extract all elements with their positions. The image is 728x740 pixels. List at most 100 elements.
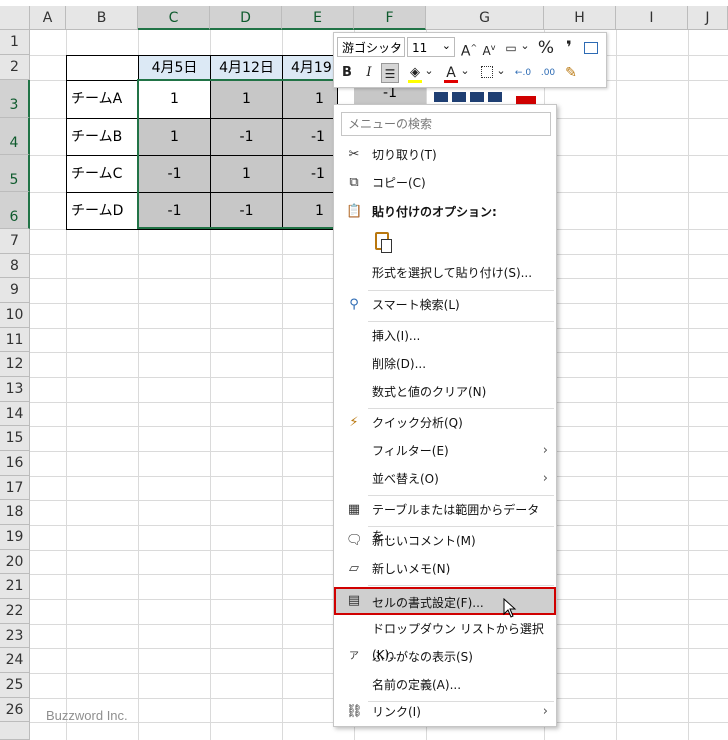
menu-item-format-cells[interactable]: ▤ セルの書式設定(F)... — [334, 587, 556, 615]
row-header-10[interactable]: 10 — [0, 303, 30, 328]
grow-font-button[interactable]: A^ — [460, 38, 478, 60]
menu-item-label: 挿入(I)... — [372, 329, 421, 343]
increase-decimal-button[interactable]: ←.0 — [510, 63, 536, 83]
row-header-8[interactable]: 8 — [0, 254, 30, 278]
menu-item-link[interactable]: ⛓ リンク(I) › — [334, 699, 556, 725]
row-header-18[interactable]: 18 — [0, 500, 30, 525]
column-header-e[interactable]: E — [282, 6, 354, 30]
merge-center-button[interactable] — [582, 38, 600, 58]
date-header-cell[interactable]: 4月5日 — [138, 55, 211, 81]
menu-item-new-note[interactable]: ▱ 新しいメモ(N) — [334, 556, 556, 582]
row-header-21[interactable]: 21 — [0, 574, 30, 599]
menu-item-cut[interactable]: ✂ 切り取り(T) — [334, 142, 556, 168]
menu-item-new-comment[interactable]: 🗨 新しいコメント(M) — [334, 528, 556, 554]
shrink-font-button[interactable]: Av — [480, 38, 498, 58]
column-header-a[interactable]: A — [30, 6, 66, 30]
column-header-i[interactable]: I — [616, 6, 688, 30]
row-header-24[interactable]: 24 — [0, 648, 30, 673]
menu-item-pick-from-dropdown[interactable]: ドロップダウン リストから選択(K)... — [334, 616, 556, 662]
menu-item-label: スマート検索(L) — [372, 298, 460, 312]
menu-item-define-name[interactable]: 名前の定義(A)... — [334, 672, 556, 698]
percent-style-button[interactable]: % — [537, 38, 555, 58]
menu-item-sort[interactable]: 並べ替え(O) › — [334, 466, 556, 492]
font-name-select[interactable]: 游ゴシック ⌄ — [337, 37, 405, 57]
cell-fill-pattern — [434, 92, 506, 102]
menu-item-copy[interactable]: ⧉ コピー(C) — [334, 170, 556, 196]
column-header-b[interactable]: B — [66, 6, 138, 30]
row-header-25[interactable]: 25 — [0, 673, 30, 698]
table-corner-cell[interactable] — [66, 55, 139, 81]
row-header-1[interactable]: 1 — [0, 30, 30, 55]
fill-color-button[interactable]: ◈ — [406, 63, 424, 83]
comma-style-button[interactable]: ❜ — [560, 38, 578, 58]
chevron-right-icon: › — [542, 704, 548, 719]
menu-item-quick-analysis[interactable]: ⚡ クイック分析(Q) — [334, 410, 556, 436]
font-color-button[interactable]: A — [442, 63, 460, 83]
team-name-cell[interactable]: チームC — [66, 155, 139, 193]
row-header-6[interactable]: 6 — [0, 192, 30, 229]
team-name-cell[interactable]: チームD — [66, 192, 139, 230]
menu-search-input[interactable]: メニューの検索 — [341, 112, 551, 136]
column-header-f[interactable]: F — [354, 6, 426, 30]
italic-button[interactable]: I — [360, 63, 378, 83]
row-header-7[interactable]: 7 — [0, 229, 30, 254]
row-header-14[interactable]: 14 — [0, 402, 30, 426]
menu-item-show-phonetic[interactable]: ア ふりがなの表示(S) — [334, 644, 556, 670]
menu-item-insert[interactable]: 挿入(I)... — [334, 323, 556, 349]
chevron-down-icon[interactable]: ⌄ — [496, 61, 506, 81]
row-header-15[interactable]: 15 — [0, 426, 30, 451]
font-size-select[interactable]: 11 ⌄ — [407, 37, 455, 57]
column-header-j[interactable]: J — [688, 6, 728, 30]
borders-button[interactable] — [478, 63, 496, 83]
clipboard-icon: 📋 — [346, 204, 363, 219]
row-header-4[interactable]: 4 — [0, 118, 30, 155]
chevron-down-icon[interactable]: ⌄ — [460, 61, 470, 81]
menu-item-delete[interactable]: 削除(D)... — [334, 351, 556, 377]
menu-item-clear-contents[interactable]: 数式と値のクリア(N) — [334, 379, 556, 405]
row-header-13[interactable]: 13 — [0, 377, 30, 402]
menu-item-filter[interactable]: フィルター(E) › — [334, 438, 556, 464]
column-header-d[interactable]: D — [210, 6, 282, 30]
cell-fill-red — [516, 96, 536, 104]
row-header-11[interactable]: 11 — [0, 328, 30, 352]
row-header-26[interactable]: 26 — [0, 698, 30, 722]
date-header-cell[interactable]: 4月12日 — [210, 55, 283, 81]
column-header-h[interactable]: H — [544, 6, 616, 30]
row-header-23[interactable]: 23 — [0, 624, 30, 648]
menu-item-paste-special[interactable]: 形式を選択して貼り付け(S)... — [334, 260, 556, 286]
row-header-9[interactable]: 9 — [0, 278, 30, 303]
row-header-19[interactable]: 19 — [0, 525, 30, 550]
row-header-3[interactable]: 3 — [0, 80, 30, 118]
row-header-17[interactable]: 17 — [0, 476, 30, 500]
row-header-16[interactable]: 16 — [0, 451, 30, 476]
chevron-down-icon[interactable]: ⌄ — [424, 61, 434, 81]
team-name-cell[interactable]: チームA — [66, 80, 139, 119]
row-header-27[interactable] — [0, 722, 30, 740]
chevron-down-icon: ⌄ — [441, 39, 451, 52]
paste-button[interactable] — [370, 229, 396, 257]
row-header-12[interactable]: 12 — [0, 352, 30, 377]
menu-item-table-from-range[interactable]: ▦ テーブルまたは範囲からデータを... — [334, 497, 556, 543]
column-header-g[interactable]: G — [426, 6, 544, 30]
menu-item-smart-lookup[interactable]: ⚲ スマート検索(L) — [334, 292, 556, 318]
format-painter-button[interactable]: ✎ — [562, 63, 580, 83]
shrink-font-icon: A — [482, 44, 491, 58]
mini-toolbar: 游ゴシック ⌄ 11 ⌄ A^ Av ▭ ⌄ % ❜ B I ☰ ◈ ⌄ A ⌄… — [333, 32, 607, 88]
selection-outline — [137, 79, 337, 229]
paint-bucket-icon: ◈ — [410, 65, 420, 80]
row-header-2[interactable]: 2 — [0, 55, 30, 80]
select-all-corner[interactable] — [0, 6, 30, 30]
row-header-5[interactable]: 5 — [0, 155, 30, 192]
accounting-format-button[interactable]: ▭ — [502, 38, 520, 58]
menu-item-label: 削除(D)... — [372, 357, 427, 371]
date-header-cell[interactable]: 4月19 — [282, 55, 338, 81]
row-header-22[interactable]: 22 — [0, 599, 30, 624]
team-name-cell[interactable]: チームB — [66, 118, 139, 156]
bold-button[interactable]: B — [338, 63, 356, 83]
align-center-button[interactable]: ☰ — [381, 63, 399, 83]
chevron-down-icon[interactable]: ⌄ — [520, 36, 530, 56]
decrease-decimal-button[interactable]: .00 — [536, 63, 560, 83]
row-header-20[interactable]: 20 — [0, 550, 30, 574]
chevron-right-icon: › — [542, 443, 548, 458]
column-header-c[interactable]: C — [138, 6, 210, 30]
